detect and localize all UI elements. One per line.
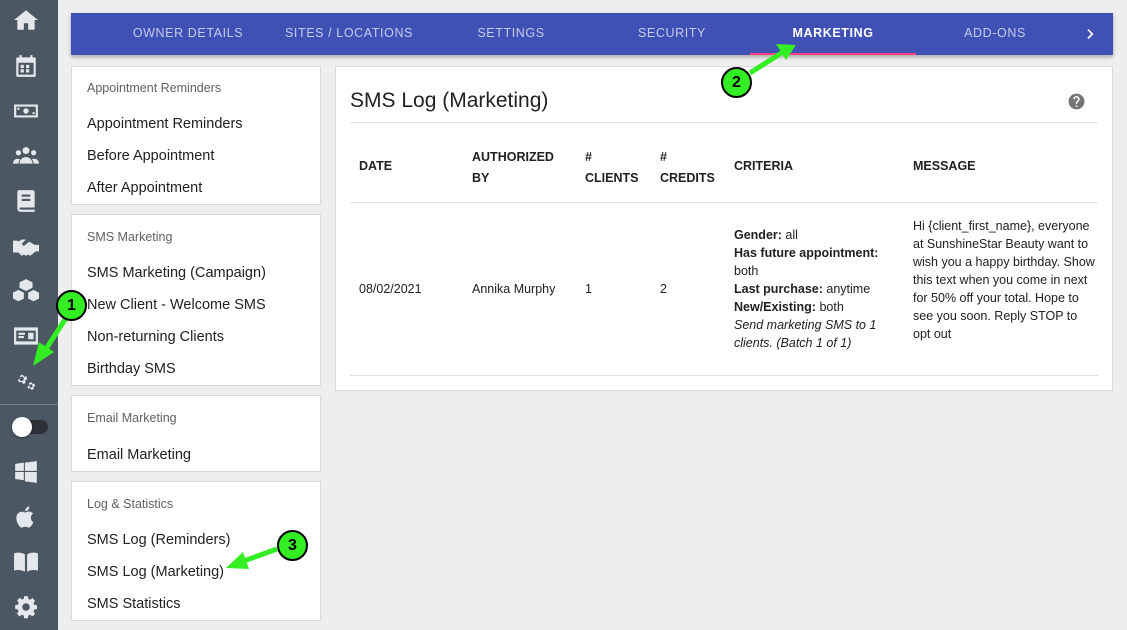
col-header-criteria: CRITERIA xyxy=(734,159,794,173)
callout-1: 1 xyxy=(56,290,87,321)
col-header-clients-line1: # xyxy=(585,150,592,164)
tab-settings[interactable]: SETTINGS xyxy=(427,13,595,55)
criteria-newexisting-label: New/Existing: xyxy=(734,300,816,314)
tab-owner-details[interactable]: OWNER DETAILS xyxy=(104,13,272,55)
header-divider xyxy=(350,202,1098,203)
cell-date: 08/02/2021 xyxy=(359,282,422,296)
page-title: SMS Log (Marketing) xyxy=(350,89,549,112)
callout-2: 2 xyxy=(721,67,752,98)
cogs-icon[interactable] xyxy=(11,366,41,396)
cell-credits: 2 xyxy=(660,282,667,296)
row-divider xyxy=(350,375,1098,376)
col-header-message: MESSAGE xyxy=(913,159,976,173)
menu-item-appointment-reminders[interactable]: Appointment Reminders xyxy=(87,116,243,132)
book-icon[interactable] xyxy=(11,186,41,216)
menu-item-email-marketing[interactable]: Email Marketing xyxy=(87,447,191,463)
col-header-credits-line1: # xyxy=(660,150,667,164)
apple-icon[interactable] xyxy=(11,502,41,532)
col-header-credits: # CREDITS xyxy=(660,147,715,189)
handshake-icon[interactable] xyxy=(11,231,41,261)
menu-item-non-returning[interactable]: Non-returning Clients xyxy=(87,329,224,345)
menu-item-new-client-welcome[interactable]: New Client - Welcome SMS xyxy=(87,297,266,313)
criteria-newexisting-value: both xyxy=(819,300,844,314)
menu-heading: Log & Statistics xyxy=(87,497,174,511)
col-header-authorized-by: AUTHORIZED BY xyxy=(472,147,554,189)
callout-3: 3 xyxy=(277,530,308,561)
col-header-clients: # CLIENTS xyxy=(585,147,638,189)
title-divider xyxy=(350,122,1098,123)
tab-marketing[interactable]: MARKETING xyxy=(750,13,916,55)
menu-item-sms-log-reminders[interactable]: SMS Log (Reminders) xyxy=(87,532,230,548)
menu-heading: SMS Marketing xyxy=(87,230,173,244)
clients-icon[interactable] xyxy=(11,141,41,171)
chevron-right-icon[interactable] xyxy=(1081,24,1101,44)
cell-criteria: Gender: all Has future appointment: both… xyxy=(734,226,904,352)
help-icon[interactable] xyxy=(1067,92,1086,111)
col-header-clients-line2: CLIENTS xyxy=(585,171,639,185)
criteria-purchase-label: Last purchase: xyxy=(734,282,823,296)
col-header-authorized-line2: BY xyxy=(472,171,490,185)
boxes-icon[interactable] xyxy=(11,276,41,306)
col-header-date: DATE xyxy=(359,159,393,173)
menu-item-sms-campaign[interactable]: SMS Marketing (Campaign) xyxy=(87,265,266,281)
cell-clients: 1 xyxy=(585,282,592,296)
menu-item-after-appointment[interactable]: After Appointment xyxy=(87,180,202,196)
home-icon[interactable] xyxy=(11,5,41,35)
theme-toggle[interactable] xyxy=(12,417,48,437)
settings-tab-bar: OWNER DETAILS SITES / LOCATIONS SETTINGS… xyxy=(71,13,1113,55)
gear-icon[interactable] xyxy=(11,592,41,622)
money-icon[interactable] xyxy=(11,96,41,126)
criteria-gender-value: all xyxy=(785,228,798,242)
cell-authorized-by: Annika Murphy xyxy=(472,282,556,296)
criteria-note: Send marketing SMS to 1 clients. (Batch … xyxy=(734,318,877,350)
menu-item-birthday-sms[interactable]: Birthday SMS xyxy=(87,361,176,377)
criteria-gender-label: Gender: xyxy=(734,228,782,242)
windows-icon[interactable] xyxy=(11,457,41,487)
menu-card-sms-marketing: SMS Marketing SMS Marketing (Campaign) N… xyxy=(71,214,321,386)
cell-message: Hi {client_first_name}, everyone at Suns… xyxy=(913,219,1095,341)
menu-item-before-appointment[interactable]: Before Appointment xyxy=(87,148,214,164)
id-card-icon[interactable] xyxy=(11,321,41,351)
toggle-knob xyxy=(12,417,32,437)
tab-add-ons[interactable]: ADD-ONS xyxy=(911,13,1079,55)
rail-divider xyxy=(0,404,58,405)
calendar-icon[interactable] xyxy=(11,51,41,81)
menu-card-reminders: Appointment Reminders Appointment Remind… xyxy=(71,66,321,205)
menu-item-sms-statistics[interactable]: SMS Statistics xyxy=(87,596,180,612)
criteria-future-value: both xyxy=(734,264,759,278)
guide-book-icon[interactable] xyxy=(11,547,41,577)
criteria-future-label: Has future appointment: xyxy=(734,246,879,260)
col-header-credits-line2: CREDITS xyxy=(660,171,715,185)
menu-heading: Appointment Reminders xyxy=(87,81,222,95)
menu-item-sms-log-marketing[interactable]: SMS Log (Marketing) xyxy=(87,564,224,580)
criteria-purchase-value: anytime xyxy=(826,282,871,296)
tab-sites-locations[interactable]: SITES / LOCATIONS xyxy=(265,13,433,55)
menu-card-email-marketing: Email Marketing Email Marketing xyxy=(71,395,321,472)
tab-security[interactable]: SECURITY xyxy=(588,13,756,55)
sms-log-panel: SMS Log (Marketing) DATE AUTHORIZED BY #… xyxy=(335,66,1113,391)
menu-heading: Email Marketing xyxy=(87,411,177,425)
col-header-authorized-line1: AUTHORIZED xyxy=(472,150,554,164)
app-nav-rail xyxy=(0,0,58,630)
